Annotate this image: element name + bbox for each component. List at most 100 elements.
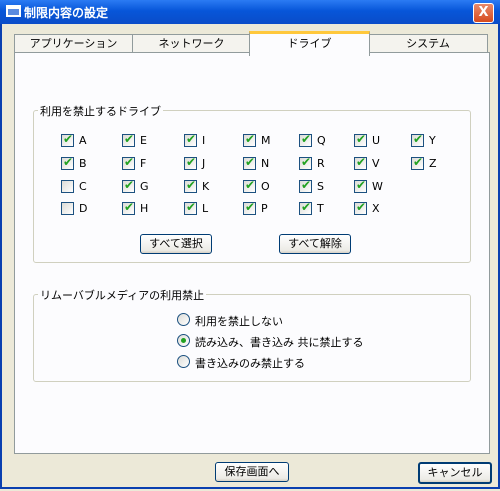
drive-letter-label: J <box>202 157 206 170</box>
radio-block-read-write-circle <box>177 334 190 347</box>
check-icon: ✔ <box>186 178 197 192</box>
drive-letter-label: T <box>317 202 324 215</box>
check-icon: ✔ <box>413 155 424 169</box>
check-icon: ✔ <box>356 155 367 169</box>
tab-drive[interactable]: ドライブ <box>249 31 370 56</box>
checkbox-box: ✔ <box>243 132 256 147</box>
drive-letter-label: Z <box>429 157 437 170</box>
check-icon: ✔ <box>186 200 197 214</box>
check-icon: ✔ <box>301 155 312 169</box>
drive-letter-label: X <box>372 202 380 215</box>
drive-letter-label: A <box>79 134 87 147</box>
checkbox-box: ✔ <box>184 200 197 215</box>
radio-allow-label: 利用を禁止しない <box>195 315 283 328</box>
checkbox-box: ✔ <box>299 178 312 193</box>
checkbox-box: ✔ <box>411 132 424 147</box>
checkbox-box: ✔ <box>184 178 197 193</box>
checkbox-box <box>61 180 74 193</box>
check-icon: ✔ <box>356 132 367 146</box>
check-icon: ✔ <box>356 178 367 192</box>
drive-letter-label: Q <box>317 134 326 147</box>
checkbox-box: ✔ <box>243 155 256 170</box>
drive-letter-label: H <box>140 202 149 215</box>
checkbox-box: ✔ <box>354 178 367 193</box>
checkbox-box: ✔ <box>354 132 367 147</box>
drive-letter-label: I <box>202 134 206 147</box>
settings-window: 制限内容の設定 X アプリケーション ネットワーク ドライブ システム 利用を禁… <box>0 0 500 489</box>
checkbox-box: ✔ <box>184 155 197 170</box>
drive-letter-label: R <box>317 157 325 170</box>
window-icon <box>6 5 21 17</box>
checkbox-box: ✔ <box>61 132 74 147</box>
checkbox-box: ✔ <box>61 155 74 170</box>
drive-letter-label: D <box>79 202 88 215</box>
check-icon: ✔ <box>186 132 197 146</box>
check-icon: ✔ <box>124 200 135 214</box>
check-icon: ✔ <box>245 155 256 169</box>
checkbox-box <box>61 202 74 215</box>
check-icon: ✔ <box>63 155 74 169</box>
checkbox-box: ✔ <box>184 132 197 147</box>
checkbox-box: ✔ <box>122 200 135 215</box>
checkbox-box: ✔ <box>243 200 256 215</box>
radio-block-write-circle <box>177 355 190 368</box>
check-icon: ✔ <box>63 132 74 146</box>
tab-application[interactable]: アプリケーション <box>14 34 133 53</box>
drive-letter-label: N <box>261 157 270 170</box>
check-icon: ✔ <box>245 132 256 146</box>
check-icon: ✔ <box>186 155 197 169</box>
select-all-button[interactable]: すべて選択 <box>140 234 212 254</box>
cancel-button[interactable]: キャンセル <box>418 462 492 484</box>
radio-selected-dot <box>181 338 186 343</box>
drive-letter-label: L <box>202 202 209 215</box>
removable-media-group-label: リムーバブルメディアの利用禁止 <box>38 287 207 303</box>
check-icon: ✔ <box>124 155 135 169</box>
check-icon: ✔ <box>301 178 312 192</box>
check-icon: ✔ <box>356 200 367 214</box>
tab-network[interactable]: ネットワーク <box>132 34 251 53</box>
checkbox-box: ✔ <box>299 200 312 215</box>
radio-allow-circle <box>177 313 190 326</box>
checkbox-box: ✔ <box>243 178 256 193</box>
drive-letter-label: G <box>140 180 149 193</box>
drive-letter-label: W <box>372 180 383 193</box>
drive-letter-label: S <box>317 180 324 193</box>
drive-letter-label: O <box>261 180 270 193</box>
drive-letter-label: F <box>140 157 147 170</box>
checkbox-box: ✔ <box>299 155 312 170</box>
checkbox-box: ✔ <box>354 200 367 215</box>
drive-letter-label: U <box>372 134 381 147</box>
check-icon: ✔ <box>245 200 256 214</box>
deselect-all-button[interactable]: すべて解除 <box>279 234 351 254</box>
drive-letter-label: P <box>261 202 268 215</box>
drive-letter-label: C <box>79 180 87 193</box>
drive-letter-label: M <box>261 134 271 147</box>
check-icon: ✔ <box>245 178 256 192</box>
check-icon: ✔ <box>413 132 424 146</box>
save-screen-button[interactable]: 保存画面へ <box>215 462 289 482</box>
check-icon: ✔ <box>301 132 312 146</box>
drive-letter-label: K <box>202 180 210 193</box>
removable-media-group: リムーバブルメディアの利用禁止 利用を禁止しない 読み込み、書き込み 共に禁止す… <box>33 287 471 382</box>
drive-letter-label: E <box>140 134 147 147</box>
drive-group: 利用を禁止するドライブ ✔ A ✔ B C D ✔ E ✔ F ✔ G ✔ H ✔ I ✔ J ✔ K ✔ L ✔ M ✔ N ✔ O… <box>33 103 471 263</box>
radio-block-write-label: 書き込みのみ禁止する <box>195 357 305 370</box>
tab-system[interactable]: システム <box>368 34 488 53</box>
radio-block-read-write-label: 読み込み、書き込み 共に禁止する <box>195 336 364 349</box>
check-icon: ✔ <box>301 200 312 214</box>
drive-group-label: 利用を禁止するドライブ <box>38 103 163 119</box>
checkbox-box: ✔ <box>299 132 312 147</box>
drive-tab-panel: 利用を禁止するドライブ ✔ A ✔ B C D ✔ E ✔ F ✔ G ✔ H ✔ I ✔ J ✔ K ✔ L ✔ M ✔ N ✔ O… <box>14 52 490 454</box>
checkbox-box: ✔ <box>122 132 135 147</box>
window-title: 制限内容の設定 <box>24 6 109 20</box>
drive-letter-label: Y <box>429 134 436 147</box>
close-button[interactable]: X <box>473 3 494 23</box>
drive-letter-label: B <box>79 157 87 170</box>
checkbox-box: ✔ <box>122 178 135 193</box>
checkbox-box: ✔ <box>354 155 367 170</box>
title-bar[interactable]: 制限内容の設定 X <box>0 0 500 24</box>
check-icon: ✔ <box>124 132 135 146</box>
check-icon: ✔ <box>124 178 135 192</box>
checkbox-box: ✔ <box>411 155 424 170</box>
checkbox-box: ✔ <box>122 155 135 170</box>
